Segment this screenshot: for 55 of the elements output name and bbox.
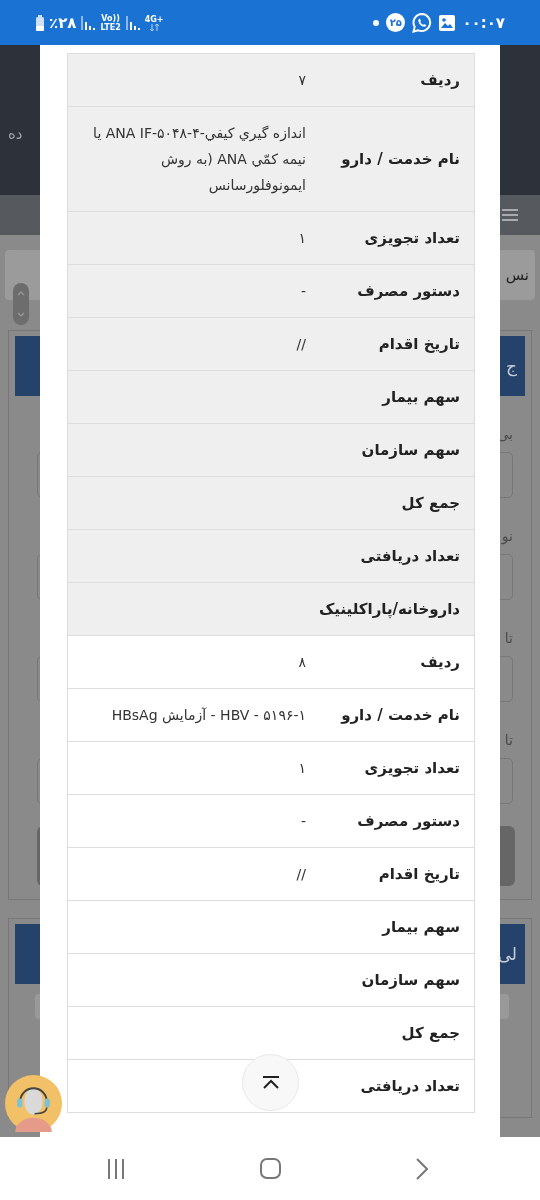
field-value: ۱ bbox=[297, 759, 307, 778]
card-text: نس bbox=[505, 266, 529, 284]
field-label: نام خدمت / دارو bbox=[339, 706, 461, 724]
field-label: تاریخ اقدام bbox=[377, 865, 461, 883]
clock-time: ۰۰:۰۷ bbox=[462, 13, 505, 32]
field-value: - bbox=[299, 282, 307, 301]
field-label: جمع کل bbox=[400, 1024, 461, 1042]
field-label: داروخانه/پاراکلینیک bbox=[317, 600, 461, 618]
whatsapp-icon bbox=[412, 12, 433, 33]
recent-apps-icon[interactable] bbox=[108, 1158, 124, 1179]
image-icon bbox=[439, 14, 456, 31]
support-agent-icon[interactable] bbox=[5, 1075, 62, 1132]
signal-icon bbox=[125, 15, 140, 30]
home-icon[interactable] bbox=[259, 1158, 281, 1179]
carrier-label: LTE2 bbox=[100, 22, 121, 32]
field-value: - bbox=[299, 812, 307, 831]
field-label: دستور مصرف bbox=[356, 812, 461, 830]
field-label: تعداد تجویزی bbox=[363, 229, 461, 247]
field-label: ردیف bbox=[419, 71, 461, 89]
field-value: // bbox=[295, 335, 307, 354]
volte-label: Vo)) bbox=[101, 13, 120, 23]
field-label: سهم بیمار bbox=[380, 388, 461, 406]
header-title: ده bbox=[8, 125, 23, 143]
battery-percentage: ٪۲۸ bbox=[49, 13, 77, 32]
field-label: نام خدمت / دارو bbox=[339, 150, 461, 168]
field-label: تا bbox=[504, 731, 513, 750]
field-label: دستور مصرف bbox=[356, 282, 461, 300]
field-value: ۸ bbox=[297, 653, 307, 672]
field-value: // bbox=[295, 865, 307, 884]
field-value: ۱ bbox=[297, 229, 307, 248]
scroll-top-icon bbox=[261, 1076, 280, 1089]
field-value: ۵۱۹۶-۱ - HBV - آزمایش HBsAg bbox=[110, 706, 307, 726]
field-label: نو bbox=[501, 527, 513, 546]
field-value: ۷ bbox=[297, 71, 307, 90]
field-value: اندازه گيري كيفي-ANA IF-۵۰۴۸-۴ يا نيمه كمّي ANA (به روش ايمونوفلورسانس bbox=[92, 124, 307, 196]
field-label: ردیف bbox=[419, 653, 461, 671]
field-label: تا bbox=[504, 629, 513, 648]
data-arrows-icon bbox=[149, 23, 159, 31]
back-icon[interactable] bbox=[416, 1157, 428, 1180]
battery-icon bbox=[36, 14, 44, 31]
field-label: تعداد دریافتی bbox=[359, 547, 461, 565]
menu-icon[interactable] bbox=[502, 209, 518, 221]
field-label: سهم بیمار bbox=[380, 918, 461, 936]
field-label: جمع کل bbox=[400, 494, 461, 512]
signal-icon bbox=[81, 15, 96, 30]
dot-icon bbox=[373, 19, 380, 26]
field-label: سهم سازمان bbox=[360, 971, 461, 989]
field-label: تعداد تجویزی bbox=[363, 759, 461, 777]
field-label: تاریخ اقدام bbox=[377, 335, 461, 353]
network-type: 4G+ bbox=[144, 14, 164, 24]
notification-badge: ۲۵ bbox=[386, 13, 406, 32]
scroll-handle[interactable] bbox=[13, 283, 29, 325]
field-label: سهم سازمان bbox=[360, 441, 461, 459]
field-label: تعداد دریافتی bbox=[359, 1077, 461, 1095]
panel-title: ج bbox=[506, 356, 517, 376]
